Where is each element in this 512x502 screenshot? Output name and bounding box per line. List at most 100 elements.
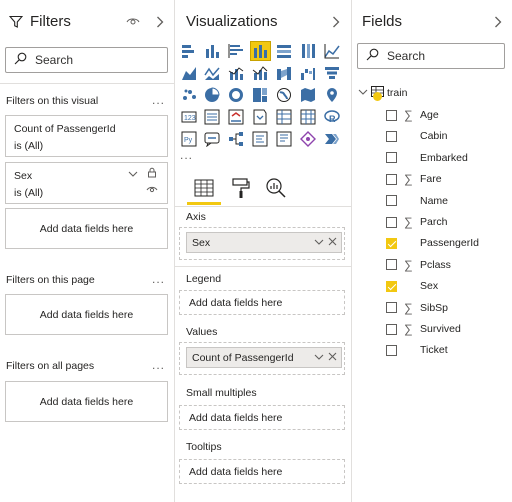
field-item-ticket[interactable]: Ticket	[386, 341, 448, 359]
power-automate-icon[interactable]	[324, 131, 340, 147]
chevron-down-icon[interactable]	[314, 351, 324, 366]
clustered-column-chart-icon[interactable]	[250, 41, 271, 61]
table-icon[interactable]	[276, 109, 292, 125]
chevron-down-icon[interactable]	[128, 169, 138, 181]
field-item-embarked[interactable]: Embarked	[386, 149, 468, 167]
filter-card-sex[interactable]: Sex is (All)	[5, 162, 168, 204]
clustered-bar-chart-icon[interactable]	[228, 43, 244, 59]
get-more-visuals-icon[interactable]: ...	[180, 148, 193, 162]
python-visual-icon[interactable]: Py	[181, 131, 197, 147]
qa-visual-icon[interactable]	[252, 131, 268, 147]
fields-search-input[interactable]: Search	[357, 43, 505, 69]
donut-chart-icon[interactable]	[228, 87, 244, 103]
field-checkbox[interactable]	[386, 344, 397, 356]
all-pages-filters-more-icon[interactable]: ...	[152, 358, 165, 372]
field-checkbox[interactable]	[386, 216, 397, 228]
lock-icon[interactable]	[147, 167, 157, 181]
filters-search-input[interactable]: Search	[5, 47, 168, 73]
divider	[0, 83, 174, 84]
key-influencers-icon[interactable]	[204, 131, 220, 148]
page-filter-drop-zone[interactable]: Add data fields here	[5, 294, 168, 335]
azure-map-icon[interactable]	[324, 87, 340, 103]
field-checkbox[interactable]	[386, 302, 397, 314]
kpi-icon[interactable]	[228, 109, 244, 125]
field-checkbox[interactable]	[386, 237, 397, 249]
field-checkbox[interactable]	[386, 130, 397, 142]
line-and-stacked-column-icon[interactable]	[228, 65, 244, 81]
small-multiples-well[interactable]: Add data fields here	[179, 405, 345, 430]
field-checkbox[interactable]	[386, 280, 397, 292]
values-well-label: Values	[186, 326, 218, 338]
axis-field-pill[interactable]: Sex	[186, 232, 342, 253]
table-node-train[interactable]: train	[358, 85, 407, 101]
field-item-name[interactable]: Name	[386, 192, 448, 210]
table-icon	[371, 86, 385, 101]
stacked-area-chart-icon[interactable]	[204, 65, 220, 81]
field-item-pclass[interactable]: ∑ Pclass	[386, 256, 451, 274]
fields-tab-icon[interactable]	[192, 176, 216, 200]
field-checkbox[interactable]	[386, 195, 397, 207]
r-script-visual-icon[interactable]: R	[324, 109, 340, 125]
svg-text:R: R	[329, 114, 336, 124]
line-chart-icon[interactable]	[324, 43, 340, 59]
legend-well[interactable]: Add data fields here	[179, 290, 345, 315]
sigma-icon: ∑	[404, 172, 413, 187]
tooltips-well[interactable]: Add data fields here	[179, 459, 345, 484]
remove-field-icon[interactable]	[328, 351, 337, 366]
field-checkbox[interactable]	[386, 173, 397, 185]
paint-roller-icon[interactable]	[229, 176, 253, 200]
stacked-column-chart-icon[interactable]	[204, 43, 220, 59]
line-and-clustered-column-icon[interactable]	[252, 65, 268, 81]
collapse-fields-chevron-icon[interactable]	[492, 14, 504, 30]
100-percent-column-chart-icon[interactable]	[300, 43, 316, 59]
field-item-cabin[interactable]: Cabin	[386, 127, 447, 145]
smart-narrative-icon[interactable]	[276, 131, 292, 147]
remove-field-icon[interactable]	[328, 236, 337, 251]
chevron-down-icon[interactable]	[314, 236, 324, 251]
eye-icon[interactable]	[125, 15, 141, 29]
field-item-age[interactable]: ∑ Age	[386, 106, 439, 124]
chevron-down-icon[interactable]	[358, 87, 368, 99]
values-well[interactable]: Count of PassengerId	[179, 342, 345, 375]
eye-icon[interactable]	[146, 185, 158, 198]
values-field-pill[interactable]: Count of PassengerId	[186, 347, 342, 368]
pie-chart-icon[interactable]	[204, 87, 220, 103]
filters-title: Filters	[30, 13, 71, 30]
analytics-magnifier-icon[interactable]	[264, 176, 288, 200]
visual-filter-drop-zone[interactable]: Add data fields here	[5, 208, 168, 249]
scatter-chart-icon[interactable]	[181, 87, 197, 103]
matrix-icon[interactable]	[300, 109, 316, 125]
filter-card-count-passengerid[interactable]: Count of PassengerId is (All)	[5, 115, 168, 157]
field-checkbox[interactable]	[386, 259, 397, 271]
page-filters-more-icon[interactable]: ...	[152, 272, 165, 286]
field-checkbox[interactable]	[386, 323, 397, 335]
field-item-sibsp[interactable]: ∑ SibSp	[386, 299, 448, 317]
stacked-bar-chart-icon[interactable]	[181, 43, 197, 59]
multi-row-card-icon[interactable]	[204, 109, 220, 125]
treemap-icon[interactable]	[252, 87, 268, 103]
funnel-chart-icon[interactable]	[324, 65, 340, 81]
field-item-fare[interactable]: ∑ Fare	[386, 170, 442, 188]
search-icon	[366, 48, 379, 64]
decomposition-tree-icon[interactable]	[228, 131, 244, 147]
visual-filters-more-icon[interactable]: ...	[152, 93, 165, 107]
field-item-survived[interactable]: ∑ Survived	[386, 320, 461, 338]
collapse-visualizations-chevron-icon[interactable]	[330, 14, 342, 30]
collapse-filters-chevron-icon[interactable]	[154, 14, 166, 30]
filled-map-icon[interactable]	[300, 87, 316, 103]
slicer-icon[interactable]	[252, 109, 268, 125]
field-checkbox[interactable]	[386, 109, 397, 121]
100-percent-bar-chart-icon[interactable]	[276, 43, 292, 59]
field-item-sex[interactable]: Sex	[386, 277, 438, 295]
field-item-parch[interactable]: ∑ Parch	[386, 213, 447, 231]
diamond-visual-icon[interactable]	[300, 131, 316, 147]
waterfall-chart-icon[interactable]	[300, 65, 316, 81]
field-checkbox[interactable]	[386, 152, 397, 164]
area-chart-icon[interactable]	[181, 65, 197, 81]
map-icon[interactable]	[276, 87, 292, 103]
field-item-passengerid[interactable]: PassengerId	[386, 234, 479, 252]
all-pages-filter-drop-zone[interactable]: Add data fields here	[5, 381, 168, 422]
card-icon[interactable]: 123	[181, 109, 197, 125]
ribbon-chart-icon[interactable]	[276, 65, 292, 81]
axis-well[interactable]: Sex	[179, 227, 345, 260]
